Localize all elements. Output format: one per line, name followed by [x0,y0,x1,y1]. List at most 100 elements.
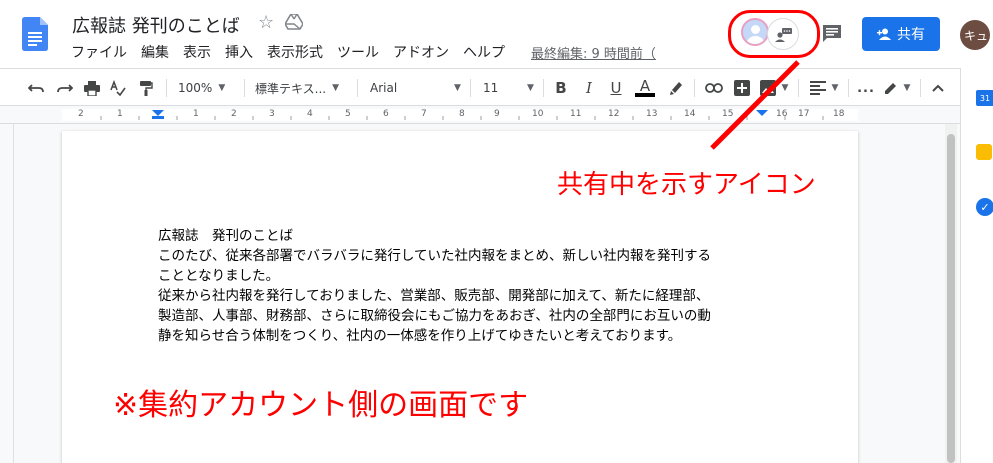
underline-icon[interactable]: U [607,78,625,98]
font-size-dropdown[interactable]: 11 ▼ [483,78,537,98]
italic-icon[interactable]: I [580,78,598,98]
chevron-down-icon: ▼ [527,83,534,93]
share-button[interactable]: 共有 [862,17,940,51]
undo-icon[interactable] [26,78,46,98]
person-add-icon [877,28,891,40]
ruler-label: 11 [570,109,582,119]
horizontal-ruler[interactable]: 2 1 1 2 3 4 5 6 7 8 9 10 11 12 13 14 15 … [0,106,960,124]
tasks-icon[interactable]: ✓ [976,198,993,216]
ruler-ticks [100,110,824,120]
print-icon[interactable] [82,78,102,98]
ruler-label: 3 [269,109,275,119]
last-edit-link[interactable]: 最終編集: 9 時間前（ [531,43,656,62]
font-dropdown[interactable]: Arial ▼ [370,78,462,98]
toolbar-divider [543,79,544,97]
ruler-label: 9 [494,109,500,119]
zoom-dropdown[interactable]: 100% ▼ [178,78,236,98]
toolbar-divider [848,79,849,97]
keep-icon[interactable] [976,144,992,160]
docs-logo-icon[interactable] [22,17,48,51]
menu-tools[interactable]: ツール [330,42,386,62]
editing-mode-icon[interactable]: ▼ [880,78,914,98]
bold-icon[interactable]: B [552,78,570,98]
insert-image-icon[interactable]: ▼ [758,78,790,98]
ruler-label: 17 [798,109,810,119]
toolbar-divider [244,79,245,97]
move-to-drive-icon[interactable] [285,14,303,30]
toolbar-divider [798,79,799,97]
document-line: こととなりました。 [158,268,280,284]
vertical-scrollbar[interactable] [945,124,957,463]
zoom-value: 100% [178,81,213,95]
chevron-down-icon: ▼ [218,83,226,93]
toolbar-divider [694,79,695,97]
star-icon[interactable]: ☆ [258,12,274,33]
document-heading: 広報誌 発刊のことば [158,228,293,244]
ruler-label: 6 [383,109,389,119]
ruler-label: 10 [532,109,544,119]
chevron-up-icon[interactable] [928,78,948,98]
font-value: Arial [370,81,398,95]
menu-view[interactable]: 表示 [176,42,218,62]
sharing-highlight-circle [728,10,820,58]
menu-bar: ファイル 編集 表示 挿入 表示形式 ツール アドオン ヘルプ [64,42,512,62]
ruler-label: 8 [459,109,465,119]
share-button-label: 共有 [897,27,925,43]
paint-format-icon[interactable] [136,78,156,98]
document-body[interactable]: 広報誌 発刊のことば このたび、従来各部署でバラバラに発行していた社内報をまとめ… [158,226,711,346]
toolbar-divider [470,79,471,97]
ruler-label: 14 [684,109,696,119]
calendar-icon[interactable]: 31 [976,90,993,106]
side-panel: 31 ✓ [960,68,993,463]
paragraph-style-value: 標準テキス... [255,81,327,96]
menu-edit[interactable]: 編集 [134,42,176,62]
toolbar-divider [920,79,921,97]
ruler-label: 12 [608,109,620,119]
text-color-icon[interactable]: A [634,78,656,98]
ruler-label: 18 [833,109,845,119]
menu-addons[interactable]: アドオン [386,42,456,62]
chevron-down-icon: ▼ [332,83,340,93]
font-size-value: 11 [483,81,499,95]
ruler-label: 1 [117,109,123,119]
chevron-down-icon: ▼ [781,83,789,93]
ruler-label: 4 [307,109,313,119]
comment-history-icon[interactable] [822,24,842,44]
scrollbar-thumb[interactable] [947,134,955,463]
menu-insert[interactable]: 挿入 [218,42,260,62]
highlight-color-icon[interactable] [666,78,686,98]
toolbar-divider [357,79,358,97]
spellcheck-icon[interactable] [108,78,128,98]
menu-help[interactable]: ヘルプ [456,42,512,62]
redo-icon[interactable] [55,78,75,98]
chevron-down-icon: ▼ [903,83,911,93]
account-avatar[interactable]: キュ [960,20,990,50]
document-line: 従来から社内報を発行しておりました、営業部、販売部、開発部に加えて、新たに経理部… [158,288,710,304]
more-options-icon[interactable]: ... [856,78,876,98]
toolbar-divider [166,79,167,97]
ruler-label: 1 [193,109,199,119]
ruler-label: 13 [646,109,658,119]
ruler-label: 15 [722,109,734,119]
ruler-label: 5 [345,109,351,119]
document-title[interactable]: 広報誌 発刊のことば [72,12,240,38]
paragraph-style-dropdown[interactable]: 標準テキス... ▼ [255,78,347,98]
docs-window: 広報誌 発刊のことば ☆ ファイル 編集 表示 挿入 表示形式 ツール アドオン… [0,0,993,463]
menu-file[interactable]: ファイル [64,42,134,62]
document-line: 静を知らせ合う体制をつくり、社内の一体感を作り上げてゆきたいと考えております。 [158,328,682,344]
document-line: 製造部、人事部、財務部、さらに取締役会にもご協力をあおぎ、社内の全部門にお互いの… [158,308,711,324]
chevron-down-icon: ▼ [454,83,461,93]
formatting-toolbar: 100% ▼ 標準テキス... ▼ Arial ▼ 11 ▼ B I U A ▼… [0,68,993,106]
vertical-ruler[interactable] [0,124,14,463]
insert-link-icon[interactable] [704,78,724,98]
ruler-label: 2 [78,109,84,119]
align-left-icon[interactable]: ▼ [808,78,840,98]
ruler-label: 16 [776,109,788,119]
add-comment-icon[interactable] [732,78,752,98]
ruler-label: 2 [231,109,237,119]
menu-format[interactable]: 表示形式 [260,42,330,62]
document-line: このたび、従来各部署でバラバラに発行していた社内報をまとめ、新しい社内報を発刊す… [158,248,711,264]
chevron-down-icon: ▼ [831,83,839,93]
account-note-label: ※集約アカウント側の画面です [113,388,529,423]
ruler-label: 7 [421,109,427,119]
